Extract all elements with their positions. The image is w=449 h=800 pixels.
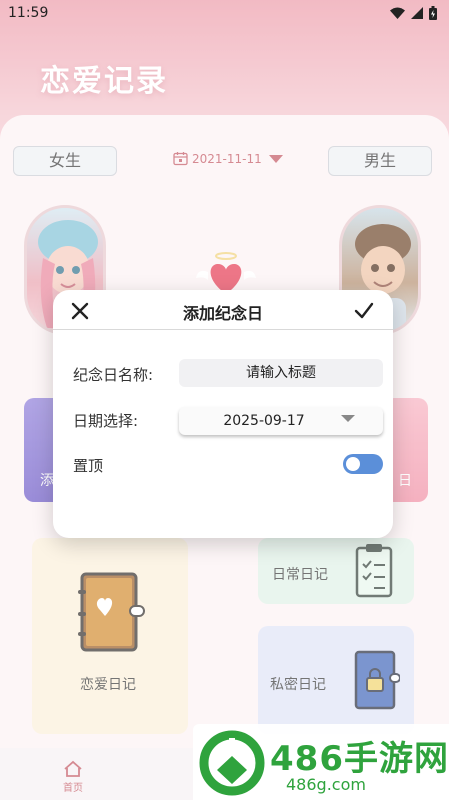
dialog-title: 添加纪念日	[182, 304, 263, 323]
status-bar: 11:59	[0, 0, 449, 28]
signal-icon	[411, 7, 423, 19]
watermark-url: 486g.com	[286, 775, 366, 794]
status-time: 11:59	[8, 5, 49, 21]
watermark-text: 486手游网	[270, 739, 449, 779]
wifi-icon	[390, 7, 405, 19]
checkmark-icon[interactable]	[353, 300, 375, 322]
date-select-value: 2025-09-17	[223, 413, 305, 429]
battery-icon	[429, 6, 437, 20]
toggle-knob	[346, 457, 360, 471]
anniversary-name-label: 纪念日名称:	[73, 366, 154, 384]
pin-label: 置顶	[73, 457, 104, 475]
pin-toggle[interactable]	[343, 454, 383, 474]
watermark-logo	[199, 730, 265, 796]
add-anniversary-dialog: 添加纪念日 纪念日名称: 日期选择: 2025-09-17 置顶	[53, 290, 393, 538]
dialog-header: 添加纪念日	[53, 290, 393, 330]
date-select-label: 日期选择:	[73, 412, 139, 430]
date-select[interactable]: 2025-09-17	[179, 407, 383, 435]
chevron-down-icon	[341, 415, 355, 422]
anniversary-name-input[interactable]	[179, 359, 383, 387]
